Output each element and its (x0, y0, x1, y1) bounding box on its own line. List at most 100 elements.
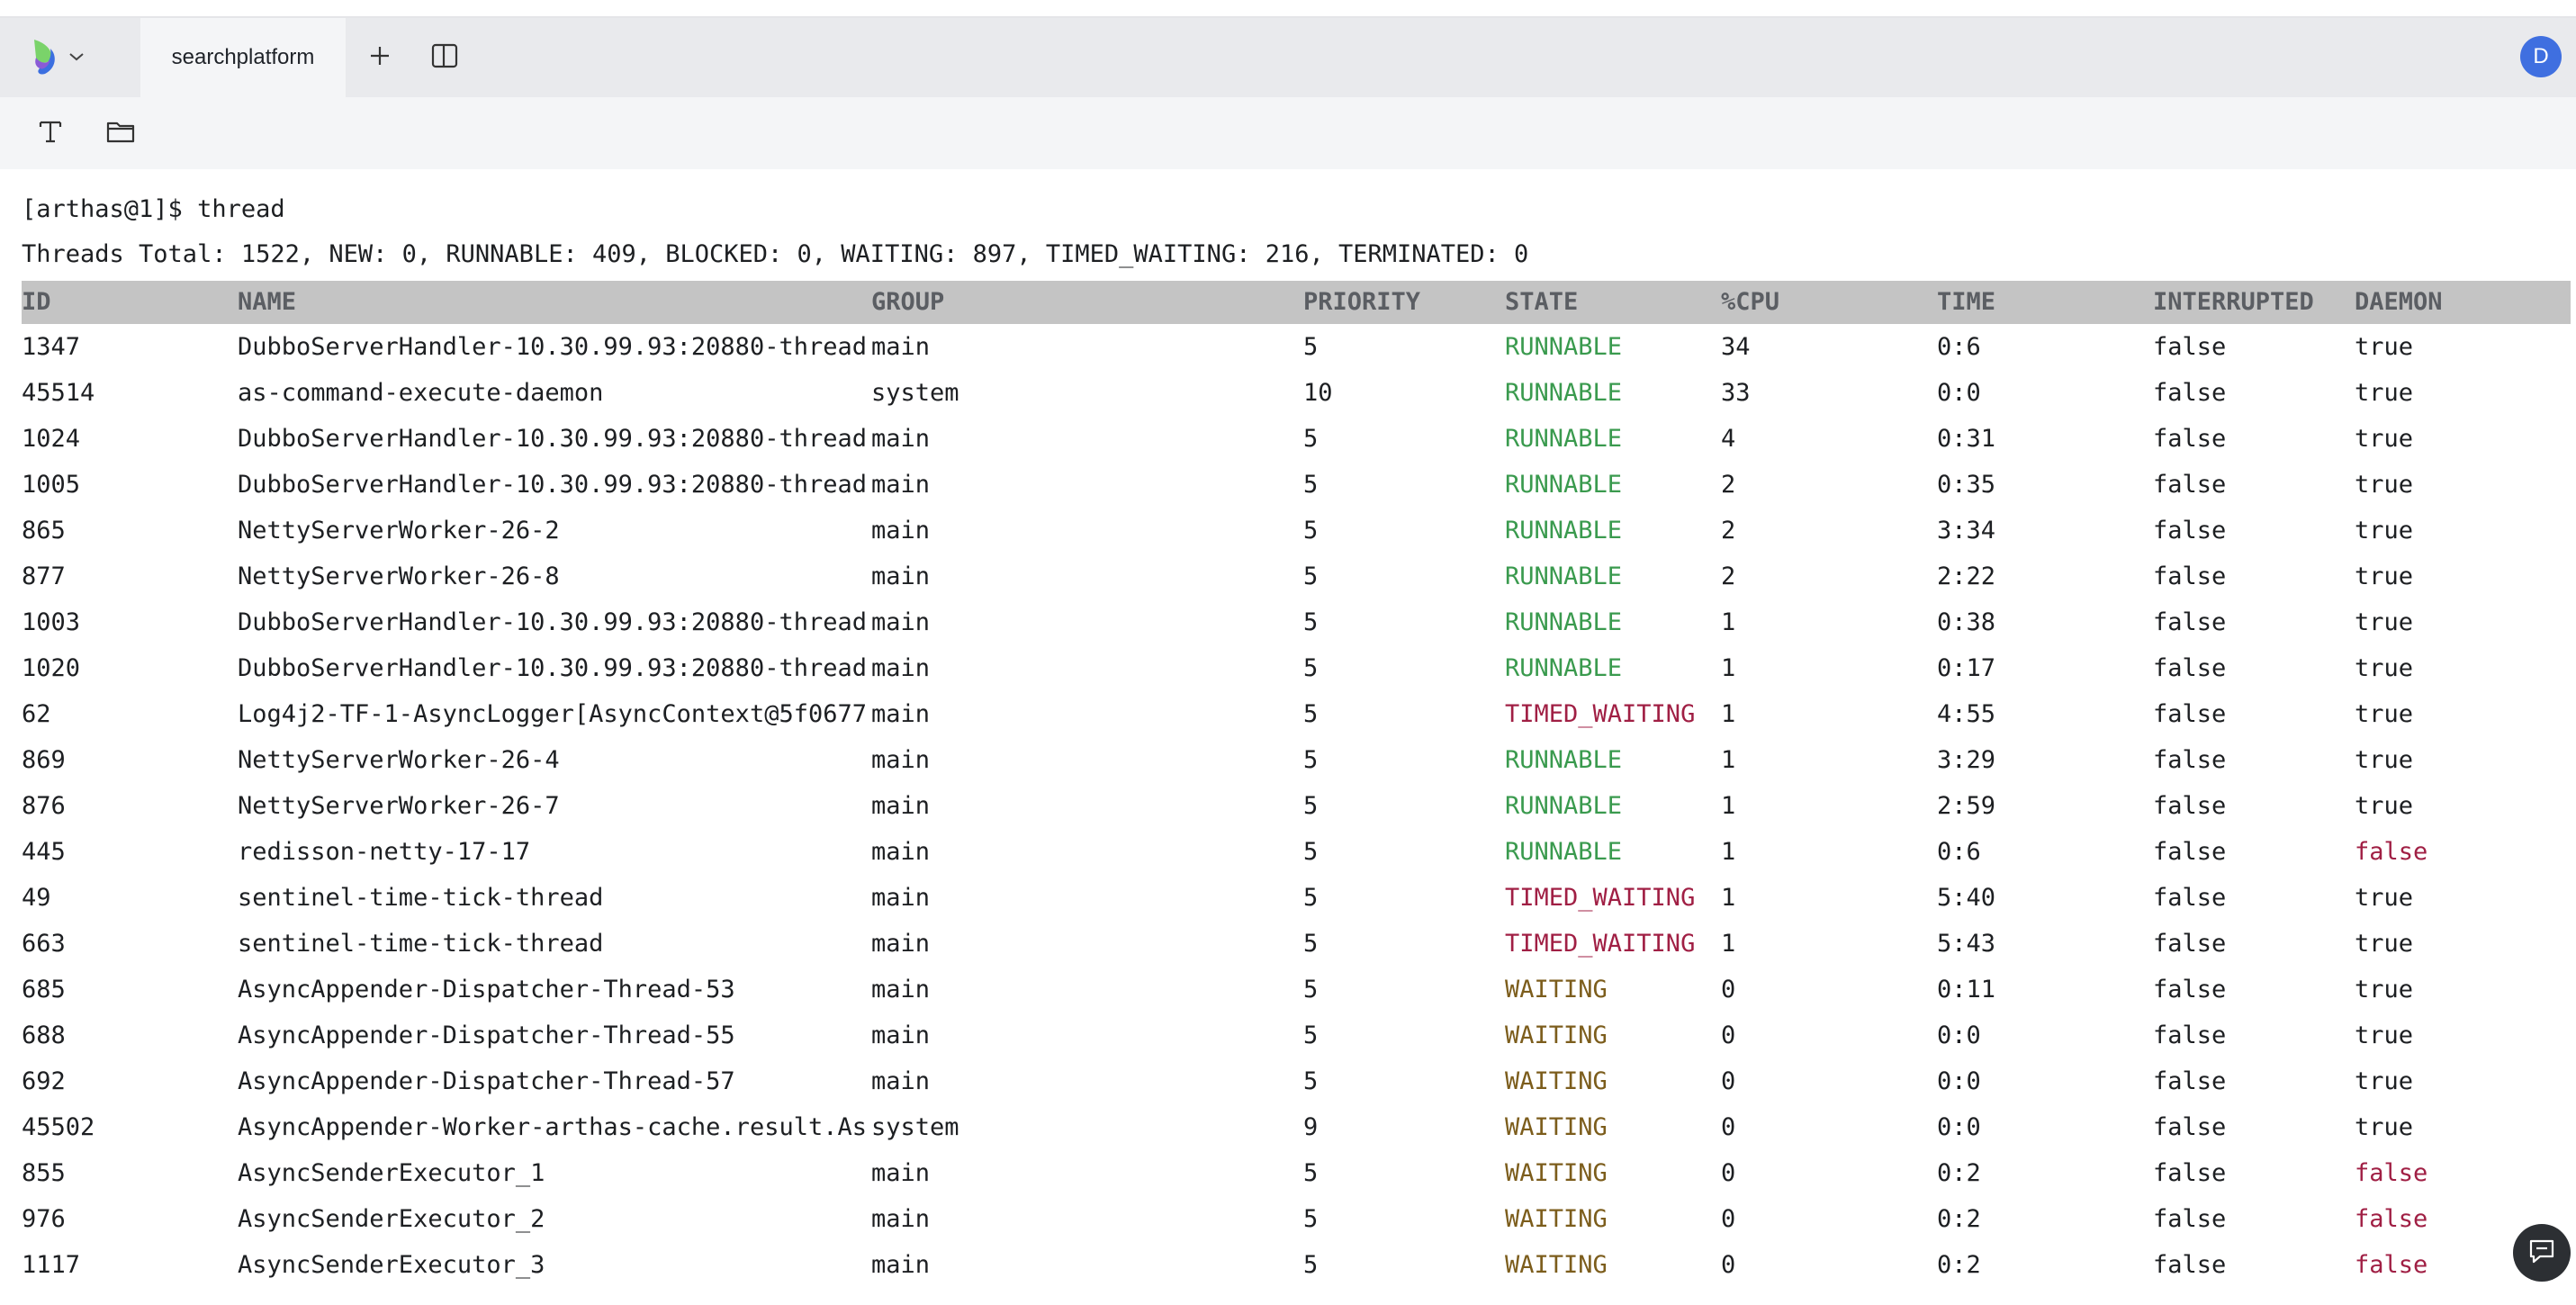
cell-state: RUNNABLE (1505, 471, 1623, 499)
cell-cpu: 0 (1721, 1113, 1736, 1141)
cell-id: 685 (22, 976, 66, 1004)
cell-priority: 5 (1303, 1159, 1319, 1187)
cell-daemon: true (2355, 1067, 2414, 1095)
cell-time: 0:38 (1937, 608, 1996, 636)
cell-daemon: false (2355, 1159, 2428, 1187)
column-header-interrupted: INTERRUPTED (2153, 288, 2314, 316)
cell-daemon: true (2355, 700, 2414, 728)
column-header-cpu: %CPU (1721, 288, 1780, 316)
cell-interrupted: false (2153, 1067, 2227, 1095)
cell-name: AsyncAppender-Dispatcher-Thread-55 (238, 1022, 735, 1049)
cell-daemon: true (2355, 562, 2414, 590)
cell-cpu: 4 (1721, 425, 1736, 453)
cell-state: RUNNABLE (1505, 517, 1623, 544)
cell-name: AsyncAppender-Worker-arthas-cache.result… (238, 1113, 867, 1141)
cell-state: RUNNABLE (1505, 792, 1623, 820)
cell-daemon: true (2355, 884, 2414, 912)
new-tab-button[interactable] (360, 40, 400, 76)
cell-interrupted: false (2153, 471, 2227, 499)
cell-priority: 5 (1303, 930, 1319, 958)
cell-cpu: 1 (1721, 838, 1736, 866)
cell-cpu: 1 (1721, 746, 1736, 774)
cell-interrupted: false (2153, 746, 2227, 774)
cell-cpu: 0 (1721, 976, 1736, 1004)
cell-state: RUNNABLE (1505, 746, 1623, 774)
cell-group: main (871, 1022, 931, 1049)
cell-group: main (871, 976, 931, 1004)
cell-state: RUNNABLE (1505, 379, 1623, 407)
split-view-button[interactable] (425, 40, 464, 76)
cell-group: main (871, 654, 931, 682)
tab-searchplatform[interactable]: searchplatform (140, 18, 346, 97)
cell-state: WAITING (1505, 1113, 1608, 1141)
cell-daemon: true (2355, 654, 2414, 682)
chat-button[interactable] (2513, 1224, 2571, 1282)
cell-state: RUNNABLE (1505, 425, 1623, 453)
avatar[interactable]: D (2520, 36, 2562, 77)
cell-priority: 5 (1303, 792, 1319, 820)
cell-group: main (871, 884, 931, 912)
folder-button[interactable] (101, 115, 140, 151)
cell-daemon: true (2355, 976, 2414, 1004)
cell-id: 45514 (22, 379, 95, 407)
cell-time: 5:40 (1937, 884, 1996, 912)
cell-id: 1020 (22, 654, 81, 682)
cell-priority: 5 (1303, 333, 1319, 361)
split-view-icon (431, 43, 458, 73)
cell-name: DubboServerHandler-10.30.99.93:20880-thr… (238, 333, 867, 361)
cell-priority: 5 (1303, 700, 1319, 728)
terminal-output[interactable]: [arthas@1]$ thread Threads Total: 1522, … (0, 169, 2576, 1305)
table-row: 865 NettyServerWorker-26-2 main 5 RUNNABLE 2 3… (22, 508, 2571, 554)
table-row: 688 AsyncAppender-Dispatcher-Thread-55 mai… (22, 1012, 2571, 1058)
cell-name: DubboServerHandler-10.30.99.93:20880-thr… (238, 471, 867, 499)
cell-name: AsyncSenderExecutor_3 (238, 1251, 545, 1279)
cell-name: as-command-execute-daemon (238, 379, 604, 407)
text-format-button[interactable] (31, 115, 70, 151)
table-row: 1117 AsyncSenderExecutor_3 main 5 WAITING 0 0:… (22, 1242, 2571, 1288)
cell-cpu: 33 (1721, 379, 1751, 407)
table-row: 855 AsyncSenderExecutor_1 main 5 WAITING 0 0:2… (22, 1150, 2571, 1196)
table-row: 685 AsyncAppender-Dispatcher-Thread-53 mai… (22, 967, 2571, 1012)
cell-priority: 5 (1303, 425, 1319, 453)
cell-interrupted: false (2153, 1022, 2227, 1049)
cell-interrupted: false (2153, 654, 2227, 682)
chat-icon (2527, 1238, 2556, 1269)
cell-priority: 10 (1303, 379, 1333, 407)
cell-daemon: true (2355, 333, 2414, 361)
cell-daemon: true (2355, 471, 2414, 499)
cell-name: sentinel-time-tick-thread (238, 884, 604, 912)
cell-id: 1003 (22, 608, 81, 636)
thread-table-header: ID NAME GROUP PRIORITY STATE %CPU TIME I… (22, 281, 2571, 324)
cell-state: RUNNABLE (1505, 654, 1623, 682)
tab-bar: searchplatform D (0, 18, 2576, 97)
column-header-time: TIME (1937, 288, 1996, 316)
cell-priority: 9 (1303, 1113, 1319, 1141)
cell-time: 0:11 (1937, 976, 1996, 1004)
column-header-state: STATE (1505, 288, 1579, 316)
cell-state: RUNNABLE (1505, 333, 1623, 361)
cell-id: 45502 (22, 1113, 95, 1141)
table-row: 445 redisson-netty-17-17 main 5 RUNNABLE 1 0:6… (22, 829, 2571, 875)
cell-cpu: 2 (1721, 471, 1736, 499)
cell-group: main (871, 700, 931, 728)
cell-id: 1005 (22, 471, 81, 499)
cell-time: 0:17 (1937, 654, 1996, 682)
app-menu[interactable] (31, 38, 103, 79)
cell-id: 1024 (22, 425, 81, 453)
cell-interrupted: false (2153, 379, 2227, 407)
cell-name: DubboServerHandler-10.30.99.93:20880-thr… (238, 654, 867, 682)
cell-state: RUNNABLE (1505, 838, 1623, 866)
cell-daemon: true (2355, 517, 2414, 544)
cell-cpu: 1 (1721, 608, 1736, 636)
cell-time: 0:2 (1937, 1159, 1981, 1187)
cell-group: main (871, 562, 931, 590)
cell-priority: 5 (1303, 562, 1319, 590)
cell-priority: 5 (1303, 746, 1319, 774)
cell-cpu: 1 (1721, 700, 1736, 728)
cell-group: main (871, 746, 931, 774)
cell-time: 0:0 (1937, 1113, 1981, 1141)
cell-priority: 5 (1303, 1067, 1319, 1095)
cell-cpu: 1 (1721, 792, 1736, 820)
cell-cpu: 1 (1721, 654, 1736, 682)
table-row: 877 NettyServerWorker-26-8 main 5 RUNNABLE 2 2… (22, 554, 2571, 599)
